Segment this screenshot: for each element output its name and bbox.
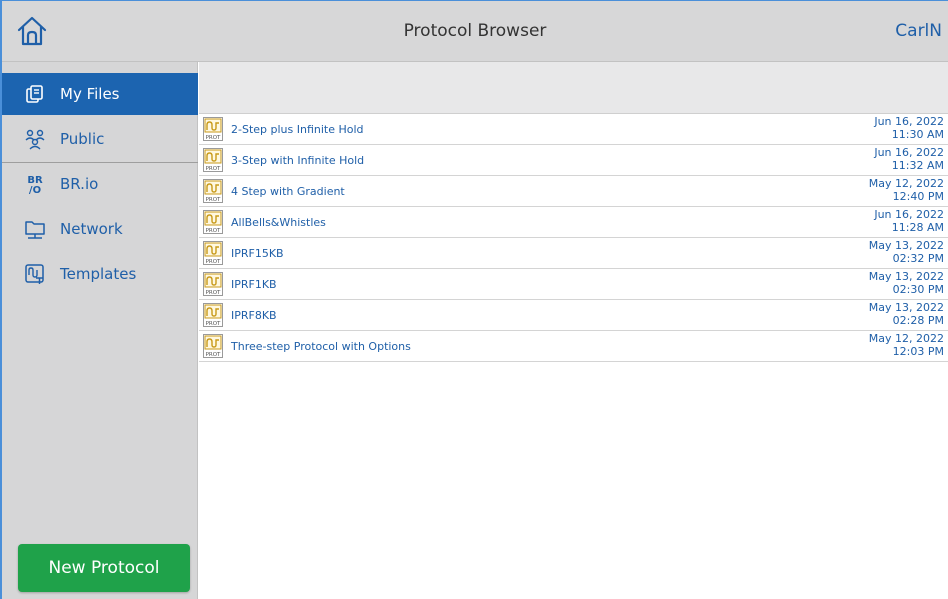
header-bar: Protocol Browser CarlN — [2, 1, 948, 62]
sidebar-item-public[interactable]: Public — [2, 118, 198, 160]
file-list: PROT 2-Step plus Infinite Hold Jun 16, 20… — [199, 114, 948, 362]
protocol-file-icon: PROT — [203, 241, 223, 265]
file-name: 2-Step plus Infinite Hold — [231, 123, 364, 136]
file-name: IPRF15KB — [231, 247, 284, 260]
home-icon — [17, 16, 47, 46]
sidebar-item-label: BR.io — [60, 175, 99, 193]
new-protocol-button[interactable]: New Protocol — [18, 544, 190, 592]
file-time: 12:03 PM — [892, 345, 944, 358]
my-files-icon — [24, 83, 46, 105]
file-name: IPRF8KB — [231, 309, 277, 322]
file-time: 02:28 PM — [892, 314, 944, 327]
brio-icon: BR /O — [24, 173, 46, 195]
file-date: Jun 16, 2022 — [874, 115, 944, 128]
file-name: Three-step Protocol with Options — [231, 340, 411, 353]
file-modified: May 13, 2022 02:28 PM — [869, 301, 944, 327]
sidebar-item-label: My Files — [60, 85, 120, 103]
protocol-file-icon: PROT — [203, 148, 223, 172]
protocol-file-icon: PROT — [203, 210, 223, 234]
sidebar-item-network[interactable]: Network — [2, 208, 198, 250]
svg-text:PROT: PROT — [206, 197, 221, 203]
svg-text:PROT: PROT — [206, 352, 221, 358]
public-users-icon — [24, 128, 46, 150]
file-row[interactable]: PROT 3-Step with Infinite Hold Jun 16, 20… — [199, 145, 948, 176]
protocol-file-icon: PROT — [203, 303, 223, 327]
network-folder-icon — [24, 218, 46, 240]
file-modified: Jun 16, 2022 11:28 AM — [874, 208, 944, 234]
svg-text:PROT: PROT — [206, 259, 221, 265]
file-name: 4 Step with Gradient — [231, 185, 345, 198]
svg-text:PROT: PROT — [206, 228, 221, 234]
svg-text:PROT: PROT — [206, 135, 221, 141]
file-name: 3-Step with Infinite Hold — [231, 154, 365, 167]
file-row[interactable]: PROT AllBells&Whistles Jun 16, 2022 11:28 … — [199, 207, 948, 238]
file-row[interactable]: PROT IPRF15KB May 13, 2022 02:32 PM — [199, 238, 948, 269]
file-name: AllBells&Whistles — [231, 216, 326, 229]
file-modified: Jun 16, 2022 11:30 AM — [874, 115, 944, 141]
file-row[interactable]: PROT IPRF1KB May 13, 2022 02:30 PM — [199, 269, 948, 300]
protocol-file-icon: PROT — [203, 117, 223, 141]
file-toolbar — [199, 62, 948, 114]
svg-text:PROT: PROT — [206, 290, 221, 296]
protocol-file-icon: PROT — [203, 334, 223, 358]
file-time: 12:40 PM — [892, 190, 944, 203]
file-date: May 13, 2022 — [868, 301, 944, 314]
sidebar-item-my-files[interactable]: My Files — [2, 73, 198, 115]
file-modified: May 13, 2022 02:32 PM — [869, 239, 944, 265]
file-date: Jun 16, 2022 — [874, 146, 944, 159]
file-modified: May 12, 2022 12:40 PM — [869, 177, 944, 203]
protocol-file-icon: PROT — [203, 272, 223, 296]
file-row[interactable]: PROT 2-Step plus Infinite Hold Jun 16, 20… — [199, 114, 948, 145]
file-time: 02:30 PM — [892, 283, 944, 296]
file-date: May 13, 2022 — [868, 270, 944, 283]
file-time: 02:32 PM — [892, 252, 944, 265]
file-date: May 12, 2022 — [868, 332, 944, 345]
file-time: 11:32 AM — [891, 159, 944, 172]
svg-text:/O: /O — [29, 185, 41, 195]
user-name[interactable]: CarlN — [895, 1, 942, 62]
home-button[interactable] — [16, 15, 48, 47]
file-modified: May 12, 2022 12:03 PM — [869, 332, 944, 358]
file-modified: May 13, 2022 02:30 PM — [869, 270, 944, 296]
file-date: May 12, 2022 — [868, 177, 944, 190]
file-modified: Jun 16, 2022 11:32 AM — [874, 146, 944, 172]
sidebar-item-label: Network — [60, 220, 123, 238]
sidebar-item-label: Public — [60, 130, 105, 148]
sidebar: My Files Public BR /O BR.io Network Temp… — [2, 62, 198, 599]
sidebar-item-brio[interactable]: BR /O BR.io — [2, 163, 198, 205]
file-time: 11:30 AM — [891, 128, 944, 141]
svg-text:PROT: PROT — [206, 321, 221, 327]
file-name: IPRF1KB — [231, 278, 277, 291]
file-row[interactable]: PROT IPRF8KB May 13, 2022 02:28 PM — [199, 300, 948, 331]
page-title: Protocol Browser — [403, 21, 547, 41]
file-time: 11:28 AM — [891, 221, 944, 234]
sidebar-item-label: Templates — [60, 265, 137, 283]
protocol-file-icon: PROT — [203, 179, 223, 203]
svg-text:PROT: PROT — [206, 166, 221, 172]
templates-icon — [24, 263, 46, 285]
file-row[interactable]: PROT Three-step Protocol with Options May… — [199, 331, 948, 362]
file-date: Jun 16, 2022 — [874, 208, 944, 221]
file-row[interactable]: PROT 4 Step with Gradient May 12, 2022 12:… — [199, 176, 948, 207]
sidebar-item-templates[interactable]: Templates — [2, 253, 198, 295]
file-date: May 13, 2022 — [868, 239, 944, 252]
